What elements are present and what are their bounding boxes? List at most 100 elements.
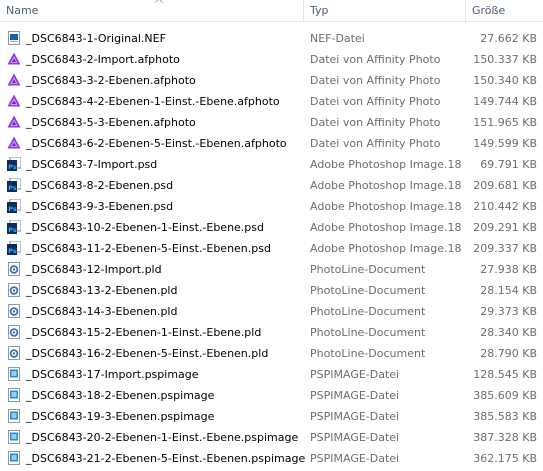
file-row[interactable]: _DSC6843-12-Import.pld PhotoLine-Document… <box>0 259 543 280</box>
file-type: Adobe Photoshop Image.18 <box>310 221 462 234</box>
file-name: _DSC6843-11-2-Ebenen-5-Einst.-Ebenen.psd <box>26 242 271 255</box>
file-row[interactable]: _DSC6843-20-2-Ebenen-1-Einst.-Ebene.pspi… <box>0 427 543 448</box>
file-size: 387.328 KB <box>473 431 537 444</box>
file-size: 209.291 KB <box>473 221 537 234</box>
file-type: PSPIMAGE-Datei <box>310 410 400 423</box>
file-type: PSPIMAGE-Datei <box>310 431 400 444</box>
file-type: PSPIMAGE-Datei <box>310 452 400 465</box>
file-row[interactable]: _DSC6843-6-2-Ebenen-5-Einst.-Ebenen.afph… <box>0 133 543 154</box>
column-header-name[interactable]: Name <box>6 0 38 21</box>
affinity-photo-icon <box>7 73 21 87</box>
file-name: _DSC6843-18-2-Ebenen.pspimage <box>26 389 215 402</box>
affinity-photo-icon <box>7 94 21 108</box>
file-size: 28.790 KB <box>480 347 537 360</box>
file-row[interactable]: _DSC6843-5-3-Ebenen.afphoto Datei von Aff… <box>0 112 543 133</box>
file-name: _DSC6843-7-Import.psd <box>26 158 158 171</box>
file-row[interactable]: _DSC6843-4-2-Ebenen-1-Einst.-Ebene.afpho… <box>0 91 543 112</box>
file-size: 362.175 KB <box>473 452 537 465</box>
file-type: Datei von Affinity Photo <box>310 74 441 87</box>
column-header-type[interactable]: Typ <box>310 0 329 21</box>
nef-file-icon <box>7 31 21 45</box>
file-name: _DSC6843-9-3-Ebenen.psd <box>26 200 174 213</box>
file-row[interactable]: _DSC6843-19-3-Ebenen.pspimage PSPIMAGE-Da… <box>0 406 543 427</box>
file-size: 210.442 KB <box>473 200 537 213</box>
file-row[interactable]: _DSC6843-18-2-Ebenen.pspimage PSPIMAGE-Da… <box>0 385 543 406</box>
svg-text:Ps: Ps <box>8 247 17 255</box>
affinity-photo-icon <box>7 52 21 66</box>
file-type: Adobe Photoshop Image.18 <box>310 200 462 213</box>
file-row[interactable]: _DSC6843-3-2-Ebenen.afphoto Datei von Aff… <box>0 70 543 91</box>
file-name: _DSC6843-21-2-Ebenen-5-Einst.-Ebenen.psp… <box>26 452 306 465</box>
file-type: Datei von Affinity Photo <box>310 53 441 66</box>
pspimage-icon <box>7 409 21 423</box>
file-name: _DSC6843-13-2-Ebenen.pld <box>26 284 178 297</box>
file-row[interactable]: _DSC6843-15-2-Ebenen-1-Einst.-Ebene.pld P… <box>0 322 543 343</box>
file-type: Adobe Photoshop Image.18 <box>310 242 462 255</box>
file-size: 149.599 KB <box>473 137 537 150</box>
file-size: 149.744 KB <box>473 95 537 108</box>
svg-text:Ps: Ps <box>8 163 17 171</box>
file-type: Adobe Photoshop Image.18 <box>310 158 462 171</box>
file-type: PSPIMAGE-Datei <box>310 389 400 402</box>
pspimage-icon <box>7 367 21 381</box>
file-size: 209.337 KB <box>473 242 537 255</box>
file-name: _DSC6843-19-3-Ebenen.pspimage <box>26 410 215 423</box>
column-header-size[interactable]: Größe <box>472 0 505 21</box>
file-row[interactable]: Ps _DSC6843-9-3-Ebenen.psd Adobe Photosho… <box>0 196 543 217</box>
photoshop-icon: Ps <box>7 198 22 213</box>
file-size: 151.965 KB <box>473 116 537 129</box>
file-type: NEF-Datei <box>310 32 365 45</box>
file-size: 28.340 KB <box>480 326 537 339</box>
file-row[interactable]: _DSC6843-21-2-Ebenen-5-Einst.-Ebenen.psp… <box>0 448 543 469</box>
file-name: _DSC6843-1-Original.NEF <box>26 32 166 45</box>
column-divider[interactable] <box>303 0 304 21</box>
file-row[interactable]: _DSC6843-13-2-Ebenen.pld PhotoLine-Docume… <box>0 280 543 301</box>
file-name: _DSC6843-5-3-Ebenen.afphoto <box>26 116 196 129</box>
file-type: PhotoLine-Document <box>310 305 426 318</box>
svg-text:Ps: Ps <box>8 226 17 234</box>
photoshop-icon: Ps <box>7 156 22 171</box>
file-row[interactable]: Ps _DSC6843-8-2-Ebenen.psd Adobe Photosho… <box>0 175 543 196</box>
sort-chevron-icon <box>155 0 163 3</box>
file-name: _DSC6843-4-2-Ebenen-1-Einst.-Ebene.afpho… <box>26 95 280 108</box>
file-size: 27.662 KB <box>480 32 537 45</box>
file-size: 27.938 KB <box>480 263 537 276</box>
pspimage-icon <box>7 451 21 465</box>
file-row[interactable]: _DSC6843-2-Import.afphoto Datei von Affin… <box>0 49 543 70</box>
file-type: PSPIMAGE-Datei <box>310 368 400 381</box>
file-name: _DSC6843-20-2-Ebenen-1-Einst.-Ebene.pspi… <box>26 431 299 444</box>
file-type: PhotoLine-Document <box>310 347 426 360</box>
file-type: Adobe Photoshop Image.18 <box>310 179 462 192</box>
file-name: _DSC6843-8-2-Ebenen.psd <box>26 179 174 192</box>
column-header-bar: Name Typ Größe <box>0 0 543 22</box>
photoline-icon <box>7 325 21 339</box>
affinity-photo-icon <box>7 136 21 150</box>
file-size: 150.340 KB <box>473 74 537 87</box>
column-divider[interactable] <box>465 0 466 21</box>
file-row[interactable]: Ps _DSC6843-11-2-Ebenen-5-Einst.-Ebenen.… <box>0 238 543 259</box>
file-type: PhotoLine-Document <box>310 284 426 297</box>
file-size: 385.609 KB <box>473 389 537 402</box>
photoline-icon <box>7 283 21 297</box>
file-row[interactable]: _DSC6843-1-Original.NEF NEF-Datei 27.662 K… <box>0 28 543 49</box>
file-row[interactable]: _DSC6843-14-3-Ebenen.pld PhotoLine-Docume… <box>0 301 543 322</box>
file-type: Datei von Affinity Photo <box>310 137 441 150</box>
file-size: 28.154 KB <box>480 284 537 297</box>
affinity-photo-icon <box>7 115 21 129</box>
file-row[interactable]: Ps _DSC6843-10-2-Ebenen-1-Einst.-Ebene.p… <box>0 217 543 238</box>
file-type: PhotoLine-Document <box>310 263 426 276</box>
file-list: _DSC6843-1-Original.NEF NEF-Datei 27.662 K… <box>0 28 543 469</box>
file-row[interactable]: Ps _DSC6843-7-Import.psd Adobe Photoshop … <box>0 154 543 175</box>
photoshop-icon: Ps <box>7 219 22 234</box>
file-row[interactable]: _DSC6843-16-2-Ebenen-5-Einst.-Ebenen.pld… <box>0 343 543 364</box>
file-row[interactable]: _DSC6843-17-Import.pspimage PSPIMAGE-Date… <box>0 364 543 385</box>
file-type: Datei von Affinity Photo <box>310 116 441 129</box>
file-name: _DSC6843-16-2-Ebenen-5-Einst.-Ebenen.pld <box>26 347 269 360</box>
file-size: 69.791 KB <box>480 158 537 171</box>
file-size: 385.583 KB <box>473 410 537 423</box>
photoshop-icon: Ps <box>7 240 22 255</box>
pspimage-icon <box>7 388 21 402</box>
file-size: 209.681 KB <box>473 179 537 192</box>
file-name: _DSC6843-3-2-Ebenen.afphoto <box>26 74 196 87</box>
photoline-icon <box>7 304 21 318</box>
